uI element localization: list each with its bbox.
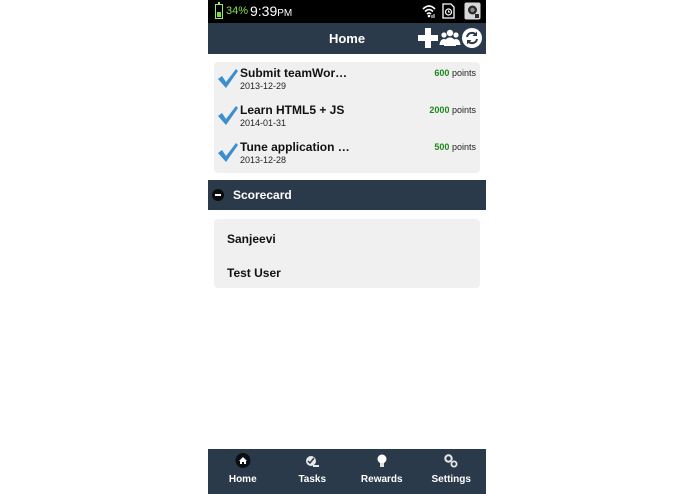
tab-home[interactable]: Home: [208, 449, 278, 494]
tab-label: Rewards: [360, 474, 403, 485]
task-date: 2013-12-28: [240, 155, 287, 165]
refresh-icon[interactable]: [461, 27, 483, 54]
tab-bar: Home Tasks Rewards Settings: [208, 449, 486, 494]
task-list: Submit teamWor… 2013-12-29 600 points Le…: [214, 62, 480, 173]
tab-rewards[interactable]: Rewards: [347, 449, 417, 494]
task-item[interactable]: Learn HTML5 + JS 2014-01-31 2000 points: [214, 99, 480, 136]
task-points-label: points: [451, 142, 476, 152]
rewards-icon: [375, 454, 389, 468]
task-title: Submit teamWor…: [240, 66, 348, 80]
scorecard-member[interactable]: Sanjeevi: [227, 232, 276, 246]
scorecard-title: Scorecard: [233, 188, 292, 202]
status-bar: 34% 9:39PM: [208, 0, 486, 23]
clock-ampm: PM: [277, 8, 293, 19]
checkmark-icon: [217, 104, 239, 131]
scorecard-member[interactable]: Test User: [227, 266, 281, 280]
sim-card-icon: [441, 3, 456, 24]
task-points-value: 500: [434, 142, 450, 152]
task-points-value: 600: [434, 68, 450, 78]
scorecard-list: Sanjeevi Test User: [214, 219, 480, 288]
home-icon: [235, 453, 251, 468]
add-icon[interactable]: [417, 26, 439, 55]
task-points-label: points: [451, 68, 476, 78]
collapse-icon[interactable]: [212, 189, 224, 201]
tab-settings[interactable]: Settings: [417, 449, 487, 494]
task-points: 2000 points: [429, 105, 476, 115]
tab-tasks[interactable]: Tasks: [278, 449, 348, 494]
camera-app-icon: [464, 2, 481, 25]
task-title: Learn HTML5 + JS: [240, 103, 345, 117]
battery-percent: 34%: [226, 5, 249, 17]
team-icon[interactable]: [439, 27, 461, 54]
task-date: 2014-01-31: [240, 118, 287, 128]
task-points: 600 points: [434, 68, 476, 78]
task-item[interactable]: Submit teamWor… 2013-12-29 600 points: [214, 62, 480, 99]
battery-icon: [215, 2, 223, 19]
task-points-value: 2000: [429, 105, 450, 115]
task-points-label: points: [451, 105, 476, 115]
clock-time: 9:39: [250, 3, 278, 19]
checkmark-icon: [217, 67, 239, 94]
task-item[interactable]: Tune application … 2013-12-28 500 points: [214, 136, 480, 173]
tasks-icon: [305, 454, 320, 468]
settings-icon: [444, 454, 458, 468]
tab-label: Home: [228, 474, 257, 485]
app-screen: 34% 9:39PM Home Submit teamWor… 2013-12-…: [208, 0, 486, 494]
task-date: 2013-12-29: [240, 81, 287, 91]
tab-label: Settings: [431, 474, 471, 485]
tab-label: Tasks: [298, 474, 327, 485]
wifi-icon: [422, 3, 436, 24]
task-points: 500 points: [434, 142, 476, 152]
app-header: Home: [208, 23, 486, 54]
clock: 9:39PM: [250, 3, 292, 19]
checkmark-icon: [217, 141, 239, 168]
task-title: Tune application …: [240, 140, 350, 154]
scorecard-header[interactable]: Scorecard: [208, 180, 486, 210]
